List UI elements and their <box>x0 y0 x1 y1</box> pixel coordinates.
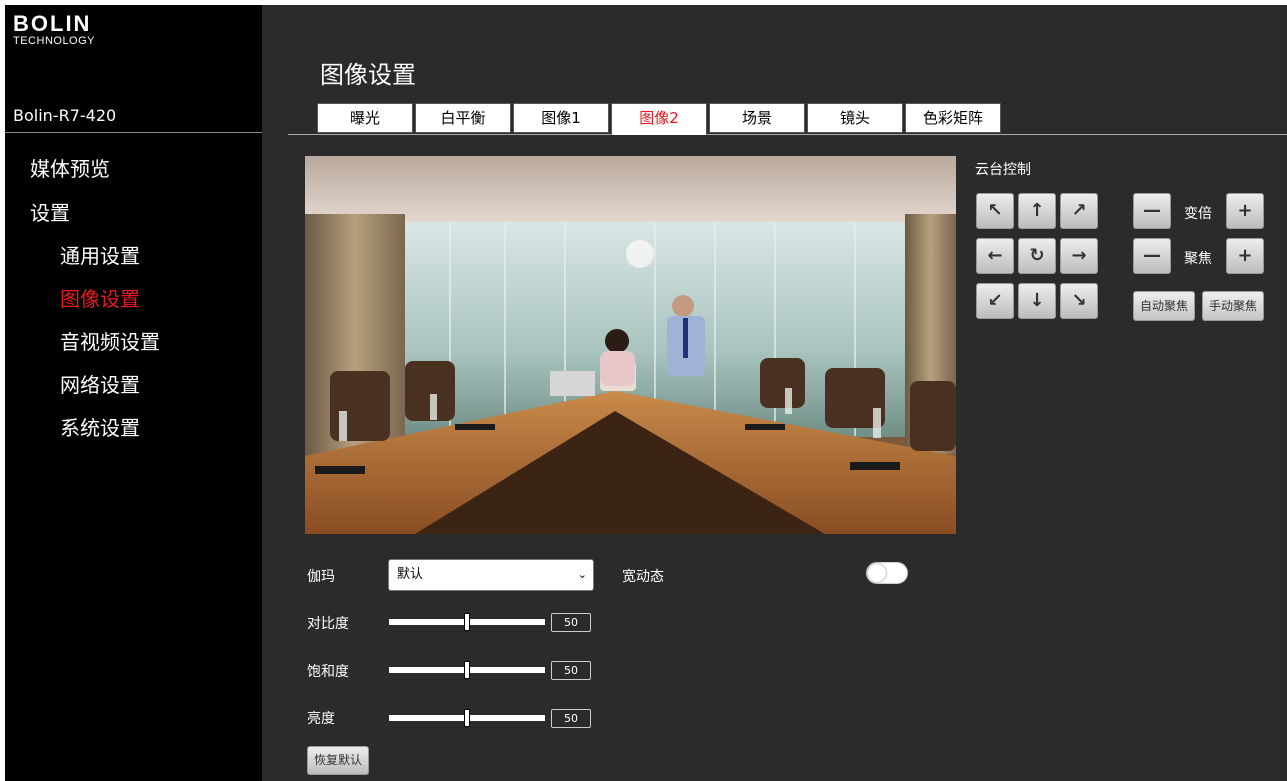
brand-logo-line2: TECHNOLOGY <box>13 35 96 47</box>
pan-down-left-button[interactable]: ↙ <box>976 283 1014 319</box>
wdr-label: 宽动态 <box>622 569 664 585</box>
sidebar-item-network-settings[interactable]: 网络设置 <box>60 369 140 398</box>
pan-right-button[interactable]: → <box>1060 238 1098 274</box>
arrow-up-left-icon: ↖ <box>987 200 1003 221</box>
sidebar: BOLIN TECHNOLOGY Bolin-R7-420 媒体预览 设置 通用… <box>5 5 262 781</box>
plus-icon: + <box>1237 200 1253 221</box>
tab-lens[interactable]: 镜头 <box>807 103 903 133</box>
tab-image1[interactable]: 图像1 <box>513 103 609 133</box>
sidebar-item-av-settings[interactable]: 音视频设置 <box>60 326 160 355</box>
auto-focus-button[interactable]: 自动聚焦 <box>1133 291 1196 321</box>
brightness-label: 亮度 <box>307 711 335 727</box>
tilt-up-button[interactable]: ↑ <box>1018 193 1056 229</box>
gamma-select[interactable]: 默认 ⌄ <box>388 559 594 591</box>
saturation-slider[interactable] <box>389 661 545 679</box>
arrow-right-icon: → <box>1071 245 1087 266</box>
focus-near-button[interactable]: — <box>1133 238 1171 274</box>
focus-far-button[interactable]: + <box>1226 238 1264 274</box>
gamma-select-value: 默认 <box>397 567 424 582</box>
arrow-down-icon: ↓ <box>1029 290 1045 311</box>
brand-logo-line1: BOLIN <box>13 11 92 36</box>
sidebar-item-image-settings[interactable]: 图像设置 <box>60 283 140 312</box>
device-name: Bolin-R7-420 <box>13 106 117 125</box>
refresh-icon: ↻ <box>1029 245 1045 266</box>
sidebar-divider <box>5 132 262 133</box>
arrow-down-left-icon: ↙ <box>987 290 1003 311</box>
minus-icon: — <box>1143 200 1161 221</box>
sidebar-item-system-settings[interactable]: 系统设置 <box>60 412 140 441</box>
page-title: 图像设置 <box>320 61 416 89</box>
camera-preview[interactable] <box>305 156 956 534</box>
arrow-up-right-icon: ↗ <box>1071 200 1087 221</box>
contrast-slider-thumb[interactable] <box>464 613 470 631</box>
sidebar-item-settings[interactable]: 设置 <box>30 197 70 226</box>
restore-default-button[interactable]: 恢复默认 <box>307 746 370 775</box>
zoom-out-button[interactable]: — <box>1133 193 1171 229</box>
pan-left-button[interactable]: ← <box>976 238 1014 274</box>
ptz-home-button[interactable]: ↻ <box>1018 238 1056 274</box>
plus-icon: + <box>1237 245 1253 266</box>
pan-up-right-button[interactable]: ↗ <box>1060 193 1098 229</box>
tab-color-matrix[interactable]: 色彩矩阵 <box>905 103 1001 133</box>
tab-exposure[interactable]: 曝光 <box>317 103 413 133</box>
zoom-label: 变倍 <box>1184 206 1212 222</box>
chevron-down-icon: ⌄ <box>577 568 587 581</box>
sidebar-item-media-preview[interactable]: 媒体预览 <box>30 153 110 182</box>
manual-focus-button[interactable]: 手动聚焦 <box>1202 291 1265 321</box>
wdr-toggle-knob <box>868 564 886 582</box>
tab-bar: 曝光 白平衡 图像1 图像2 场景 镜头 色彩矩阵 <box>288 103 1287 135</box>
sidebar-item-general-settings[interactable]: 通用设置 <box>60 240 140 269</box>
arrow-up-icon: ↑ <box>1029 200 1045 221</box>
focus-label: 聚焦 <box>1184 251 1212 267</box>
brightness-slider-thumb[interactable] <box>464 709 470 727</box>
tilt-down-button[interactable]: ↓ <box>1018 283 1056 319</box>
brightness-value[interactable]: 50 <box>551 709 591 728</box>
tab-image2[interactable]: 图像2 <box>611 103 707 135</box>
pan-up-left-button[interactable]: ↖ <box>976 193 1014 229</box>
pan-down-right-button[interactable]: ↘ <box>1060 283 1098 319</box>
zoom-in-button[interactable]: + <box>1226 193 1264 229</box>
brightness-slider[interactable] <box>389 709 545 727</box>
contrast-value[interactable]: 50 <box>551 613 591 632</box>
brand-logo: BOLIN TECHNOLOGY <box>13 13 123 53</box>
contrast-slider[interactable] <box>389 613 545 631</box>
contrast-label: 对比度 <box>307 616 349 632</box>
tab-scene[interactable]: 场景 <box>709 103 805 133</box>
gamma-label: 伽玛 <box>307 569 335 585</box>
tab-white-balance[interactable]: 白平衡 <box>415 103 511 133</box>
saturation-label: 饱和度 <box>307 664 349 680</box>
wdr-toggle[interactable] <box>866 562 908 584</box>
camera-preview-image <box>305 156 956 534</box>
arrow-left-icon: ← <box>987 245 1003 266</box>
saturation-slider-thumb[interactable] <box>464 661 470 679</box>
saturation-value[interactable]: 50 <box>551 661 591 680</box>
ptz-title: 云台控制 <box>975 162 1031 178</box>
minus-icon: — <box>1143 245 1161 266</box>
arrow-down-right-icon: ↘ <box>1071 290 1087 311</box>
